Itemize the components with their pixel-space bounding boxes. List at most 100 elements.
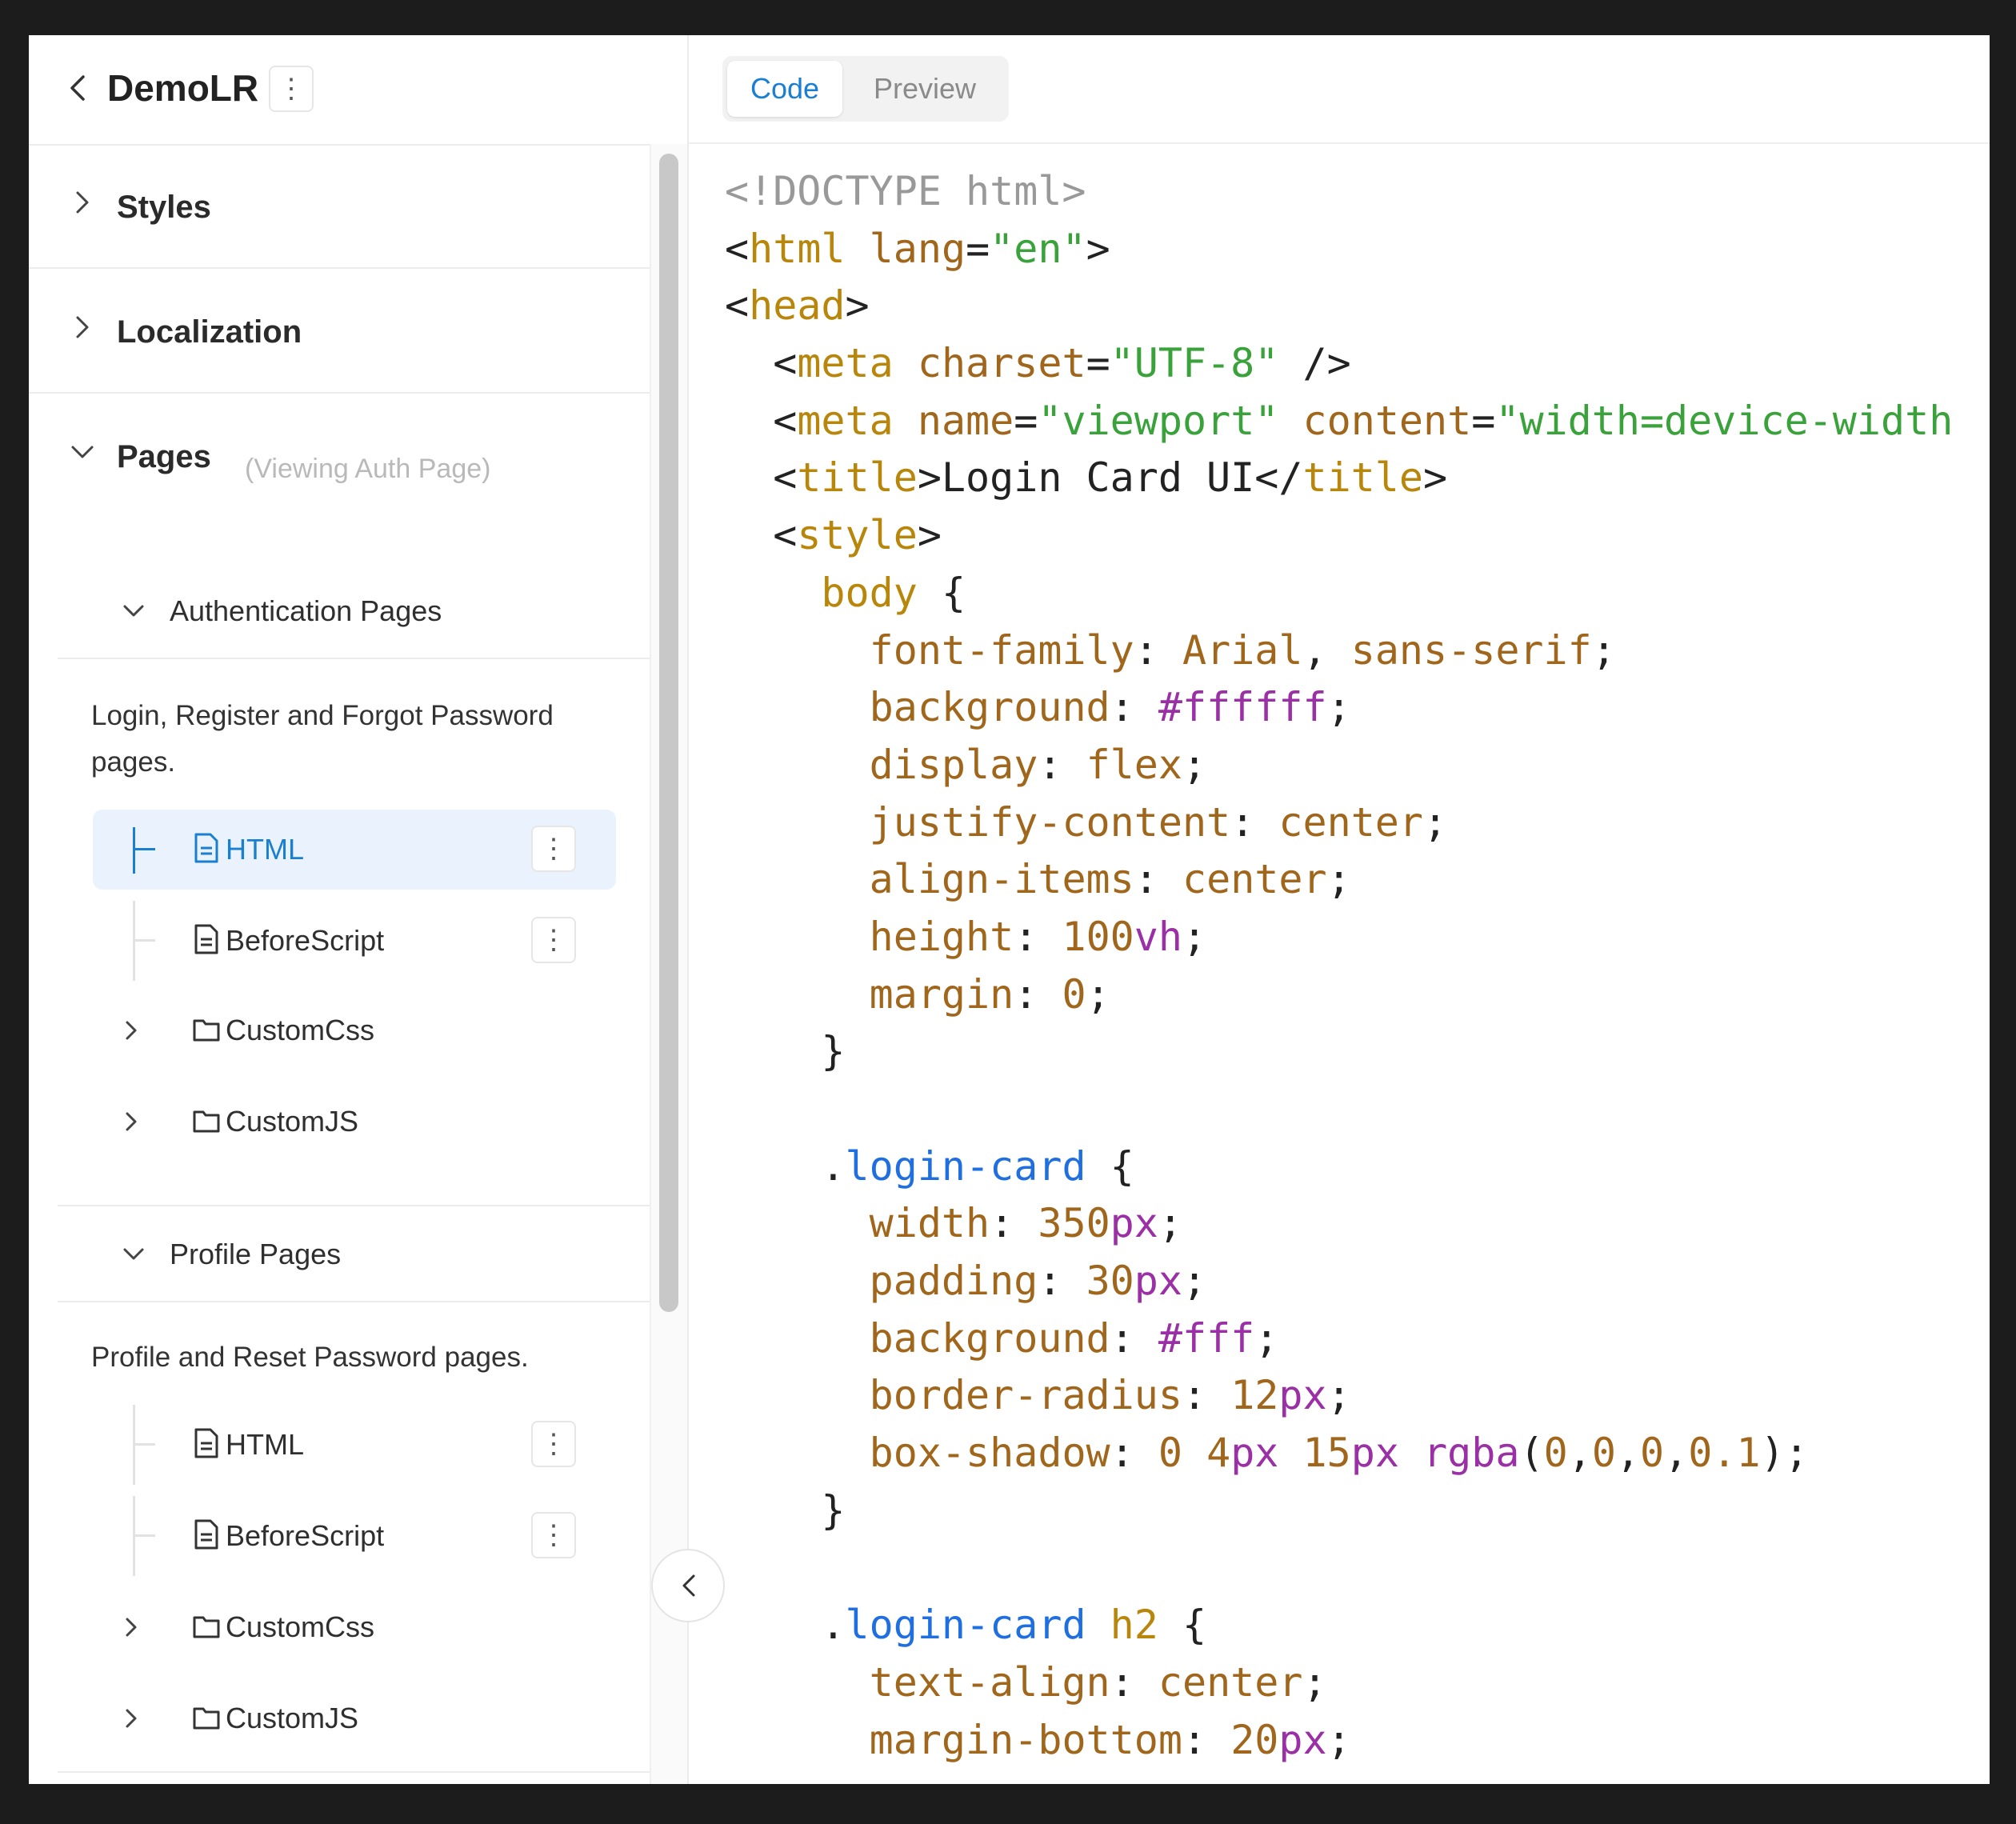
code-token: 15: [1302, 1430, 1351, 1477]
pages-hint: (Viewing Auth Page): [245, 454, 491, 484]
file-icon: [194, 833, 218, 863]
tree-item-customcss[interactable]: CustomCss: [93, 1587, 616, 1667]
code-token: >: [1422, 454, 1448, 502]
code-token: ,: [1567, 1430, 1592, 1477]
code-token: box-shadow: [869, 1430, 1110, 1477]
code-token: px: [1134, 1258, 1182, 1305]
code-token: :: [1110, 684, 1158, 731]
code-token: 0: [1591, 1430, 1616, 1477]
section-localization[interactable]: Localization: [29, 269, 653, 394]
code-token: border-radius: [869, 1372, 1182, 1419]
item-menu-button[interactable]: ⋮: [531, 1421, 576, 1467]
section-label: Pages: [117, 439, 211, 474]
section-label: Styles: [117, 190, 211, 225]
code-token: <: [725, 340, 798, 387]
chevron-left-icon[interactable]: [62, 72, 94, 104]
code-line: }: [725, 1482, 1953, 1540]
code-token: 0: [1158, 1430, 1182, 1477]
sidebar-scrollbar-thumb[interactable]: [659, 154, 678, 1312]
code-token: .: [725, 1142, 846, 1190]
code-line: height: 100vh;: [725, 909, 1953, 966]
code-token: :: [1014, 970, 1062, 1018]
code-line: }: [725, 1023, 1953, 1081]
code-token: px: [1230, 1430, 1279, 1477]
tree-item-html[interactable]: HTML ⋮: [93, 810, 616, 890]
code-token: :: [1230, 798, 1279, 846]
code-token: =: [1014, 397, 1038, 444]
vertical-dots-icon: ⋮: [540, 1429, 567, 1459]
code-token: ,: [1664, 1430, 1689, 1477]
tree-item-customcss[interactable]: CustomCss: [93, 990, 616, 1070]
code-token: width: [869, 1200, 990, 1247]
tree-item-label: BeforeScript: [226, 924, 385, 957]
app-window: DemoLR ⋮ Styles Localization Pages (View…: [29, 35, 1990, 1784]
collapse-sidebar-button[interactable]: [651, 1549, 725, 1622]
app-title: DemoLR: [107, 67, 259, 109]
tree-item-customjs[interactable]: CustomJS: [93, 1082, 616, 1162]
tree-item-html[interactable]: HTML ⋮: [93, 1405, 616, 1485]
folder-icon: [193, 1707, 220, 1730]
group-description: Login, Register and Forgot Password page…: [91, 700, 554, 778]
code-line: body {: [725, 565, 1953, 622]
group-label: Authentication Pages: [170, 594, 442, 627]
chevron-down-icon: [123, 605, 144, 617]
code-token: h2: [1110, 1602, 1158, 1649]
code-token: >Login Card UI</: [917, 454, 1303, 502]
group-label: Profile Pages: [170, 1238, 342, 1270]
chevron-left-icon: [682, 1574, 695, 1597]
code-line: border-radius: 12px;: [725, 1367, 1953, 1425]
code-token: flex: [1086, 741, 1182, 788]
code-token: meta: [797, 340, 894, 387]
section-styles[interactable]: Styles: [29, 144, 653, 269]
code-editor[interactable]: <!DOCTYPE html> <html lang="en"> <head> <m…: [725, 163, 1953, 1769]
code-token: ;: [1423, 798, 1448, 846]
group-authentication-pages[interactable]: Authentication Pages: [58, 563, 650, 658]
tab-preview[interactable]: Preview: [850, 61, 999, 117]
vertical-dots-icon: ⋮: [278, 74, 305, 104]
code-token: 350: [1038, 1200, 1110, 1247]
item-menu-button[interactable]: ⋮: [531, 826, 576, 872]
code-token: ;: [1326, 1372, 1351, 1419]
code-line: <title>Login Card UI</title>: [725, 450, 1953, 507]
code-line: justify-content: center;: [725, 794, 1953, 852]
code-token: ;: [1326, 856, 1351, 903]
code-token: :: [1014, 913, 1062, 960]
item-menu-button[interactable]: ⋮: [531, 1512, 576, 1558]
code-token: 0: [1640, 1430, 1665, 1477]
code-token: 0.1: [1688, 1430, 1761, 1477]
tab-code[interactable]: Code: [727, 61, 842, 117]
tree-item-customjs[interactable]: CustomJS: [93, 1678, 616, 1758]
code-token: charset: [917, 340, 1086, 387]
code-line: text-align: center;: [725, 1654, 1953, 1712]
code-token: :: [1110, 1430, 1158, 1477]
code-token: ;: [1158, 1200, 1182, 1247]
tree-item-beforescript[interactable]: BeforeScript ⋮: [93, 901, 616, 981]
code-token: body: [821, 569, 918, 616]
code-line: display: flex;: [725, 737, 1953, 794]
tree-item-beforescript[interactable]: BeforeScript ⋮: [93, 1496, 616, 1576]
item-menu-button[interactable]: ⋮: [531, 917, 576, 963]
code-token: padding: [869, 1258, 1038, 1305]
code-token: align-items: [869, 856, 1134, 903]
folder-icon: [193, 1019, 220, 1042]
code-token: height: [869, 913, 1014, 960]
group-profile-pages[interactable]: Profile Pages: [58, 1206, 650, 1301]
code-token: }: [725, 1028, 846, 1075]
code-line: <head>: [725, 278, 1953, 335]
sidebar-header: DemoLR ⋮: [29, 35, 687, 146]
app-menu-button[interactable]: ⋮: [269, 66, 314, 112]
tree-item-label: CustomCss: [226, 1610, 375, 1643]
